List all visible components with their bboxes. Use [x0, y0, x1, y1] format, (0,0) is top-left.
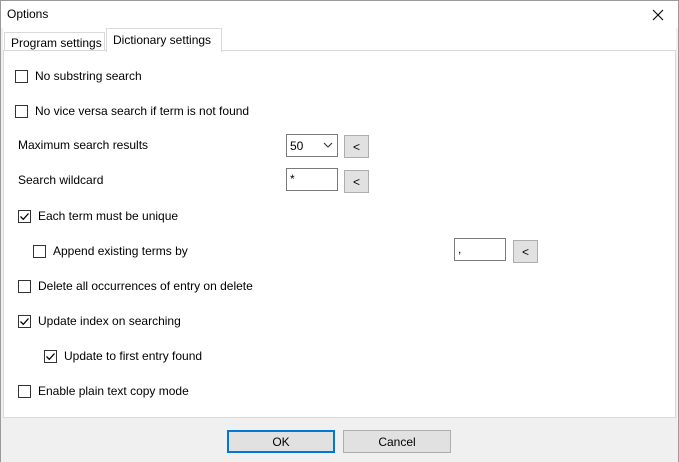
update-first-checkbox[interactable]: [44, 349, 57, 363]
tab-dictionary-settings[interactable]: Dictionary settings: [106, 28, 222, 52]
max-results-dropdown[interactable]: 50: [286, 134, 338, 157]
chevron-down-icon: [323, 142, 333, 148]
max-results-value: 50: [290, 138, 304, 153]
no-vice-versa-option[interactable]: No vice versa search if term is not foun…: [15, 103, 249, 119]
delete-all-checkbox[interactable]: [18, 279, 31, 293]
unique-term-checkbox[interactable]: [18, 209, 31, 223]
plain-text-checkbox[interactable]: [18, 384, 31, 398]
wildcard-input[interactable]: *: [286, 168, 338, 191]
window-title: Options: [7, 7, 49, 21]
checkmark-icon: [20, 212, 29, 220]
max-results-reset-button[interactable]: <: [344, 135, 369, 158]
update-index-option[interactable]: Update index on searching: [18, 313, 181, 329]
cancel-button[interactable]: Cancel: [343, 430, 451, 453]
close-button[interactable]: [638, 1, 678, 28]
unique-term-option[interactable]: Each term must be unique: [18, 208, 178, 224]
wildcard-reset-button[interactable]: <: [344, 170, 369, 193]
no-substring-search-label: No substring search: [35, 69, 142, 83]
unique-term-label: Each term must be unique: [38, 209, 179, 223]
update-first-label: Update to first entry found: [64, 349, 203, 363]
max-results-label: Maximum search results: [18, 138, 149, 152]
tab-program-settings[interactable]: Program settings: [4, 32, 105, 52]
update-first-option[interactable]: Update to first entry found: [44, 348, 202, 364]
options-dialog: Options Program settings Dictionary sett…: [0, 0, 679, 462]
no-vice-versa-checkbox[interactable]: [15, 104, 28, 118]
delete-all-label: Delete all occurrences of entry on delet…: [38, 279, 253, 293]
plain-text-option[interactable]: Enable plain text copy mode: [18, 383, 189, 399]
append-separator-reset-button[interactable]: <: [513, 240, 538, 263]
append-separator-input[interactable]: ,: [454, 238, 506, 261]
ok-button[interactable]: OK: [227, 430, 335, 453]
update-index-label: Update index on searching: [38, 314, 181, 328]
tab-strip: Program settings Dictionary settings: [3, 28, 676, 52]
dialog-footer: OK Cancel: [1, 419, 678, 462]
checkmark-icon: [46, 352, 55, 360]
plain-text-label: Enable plain text copy mode: [38, 384, 189, 398]
append-existing-label: Append existing terms by: [53, 244, 188, 258]
append-existing-option[interactable]: Append existing terms by: [33, 243, 188, 259]
update-index-checkbox[interactable]: [18, 314, 31, 328]
dictionary-settings-panel: No substring search No vice versa search…: [3, 50, 676, 418]
checkmark-icon: [20, 317, 29, 325]
no-substring-search-checkbox[interactable]: [15, 69, 28, 83]
append-existing-checkbox[interactable]: [33, 244, 46, 258]
wildcard-label: Search wildcard: [18, 173, 104, 187]
no-substring-search-option[interactable]: No substring search: [15, 68, 142, 84]
close-icon: [652, 9, 664, 20]
title-bar: Options: [1, 1, 678, 28]
no-vice-versa-label: No vice versa search if term is not foun…: [35, 104, 250, 118]
delete-all-option[interactable]: Delete all occurrences of entry on delet…: [18, 278, 253, 294]
